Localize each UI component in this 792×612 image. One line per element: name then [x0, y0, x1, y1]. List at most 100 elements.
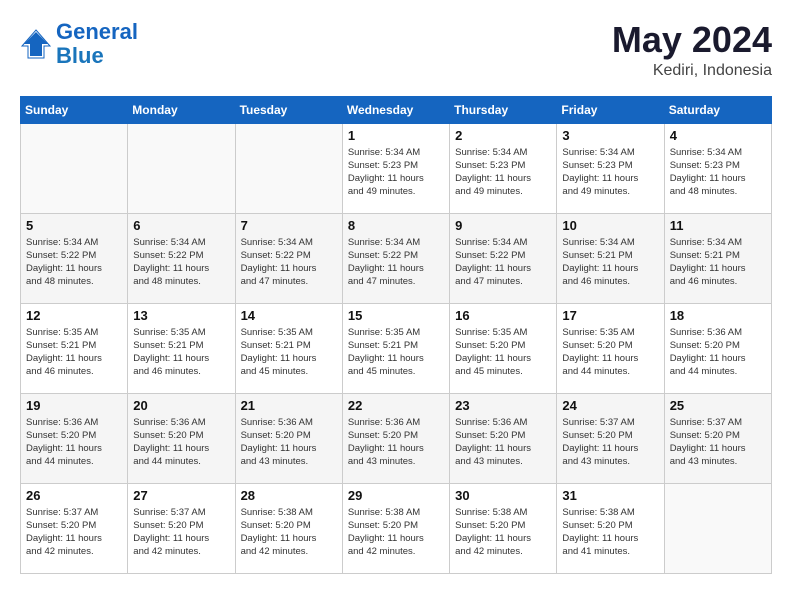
day-info: Sunrise: 5:37 AM Sunset: 5:20 PM Dayligh… [26, 506, 122, 559]
day-info: Sunrise: 5:34 AM Sunset: 5:23 PM Dayligh… [348, 146, 444, 199]
day-number: 6 [133, 218, 229, 233]
day-info: Sunrise: 5:36 AM Sunset: 5:20 PM Dayligh… [670, 326, 766, 379]
calendar-cell: 5 Sunrise: 5:34 AM Sunset: 5:22 PM Daylig… [21, 213, 128, 303]
week-row-5: 26 Sunrise: 5:37 AM Sunset: 5:20 PM Dayli… [21, 483, 772, 573]
calendar-cell: 29 Sunrise: 5:38 AM Sunset: 5:20 PM Dayli… [342, 483, 449, 573]
column-header-friday: Friday [557, 96, 664, 123]
calendar-cell: 31 Sunrise: 5:38 AM Sunset: 5:20 PM Dayli… [557, 483, 664, 573]
column-header-tuesday: Tuesday [235, 96, 342, 123]
calendar-cell [128, 123, 235, 213]
calendar-body: 1 Sunrise: 5:34 AM Sunset: 5:23 PM Daylig… [21, 123, 772, 573]
day-info: Sunrise: 5:38 AM Sunset: 5:20 PM Dayligh… [562, 506, 658, 559]
calendar-table: SundayMondayTuesdayWednesdayThursdayFrid… [20, 96, 772, 574]
calendar-cell: 28Sunrise: 5:38 AM Sunset: 5:20 PM Dayli… [235, 483, 342, 573]
column-header-monday: Monday [128, 96, 235, 123]
day-number: 5 [26, 218, 122, 233]
day-number: 3 [562, 128, 658, 143]
logo-text: GeneralBlue [56, 20, 138, 68]
day-info: Sunrise: 5:37 AM Sunset: 5:20 PM Dayligh… [562, 416, 658, 469]
day-number: 4 [670, 128, 766, 143]
calendar-cell: 15 Sunrise: 5:35 AM Sunset: 5:21 PM Dayli… [342, 303, 449, 393]
day-number: 13 [133, 308, 229, 323]
day-number: 31 [562, 488, 658, 503]
week-row-3: 12 Sunrise: 5:35 AM Sunset: 5:21 PM Dayli… [21, 303, 772, 393]
week-row-4: 19Sunrise: 5:36 AM Sunset: 5:20 PM Dayli… [21, 393, 772, 483]
day-number: 14 [241, 308, 337, 323]
day-number: 21 [241, 398, 337, 413]
day-number: 24 [562, 398, 658, 413]
day-info: Sunrise: 5:34 AM Sunset: 5:22 PM Dayligh… [133, 236, 229, 289]
day-number: 12 [26, 308, 122, 323]
day-info: Sunrise: 5:34 AM Sunset: 5:21 PM Dayligh… [562, 236, 658, 289]
calendar-cell: 25Sunrise: 5:37 AM Sunset: 5:20 PM Dayli… [664, 393, 771, 483]
day-info: Sunrise: 5:34 AM Sunset: 5:22 PM Dayligh… [26, 236, 122, 289]
month-title: May 2024 [612, 20, 772, 60]
day-info: Sunrise: 5:34 AM Sunset: 5:22 PM Dayligh… [348, 236, 444, 289]
day-info: Sunrise: 5:35 AM Sunset: 5:21 PM Dayligh… [133, 326, 229, 379]
calendar-cell: 6 Sunrise: 5:34 AM Sunset: 5:22 PM Daylig… [128, 213, 235, 303]
calendar-cell: 26 Sunrise: 5:37 AM Sunset: 5:20 PM Dayli… [21, 483, 128, 573]
day-number: 23 [455, 398, 551, 413]
calendar-cell: 4 Sunrise: 5:34 AM Sunset: 5:23 PM Daylig… [664, 123, 771, 213]
day-info: Sunrise: 5:36 AM Sunset: 5:20 PM Dayligh… [455, 416, 551, 469]
calendar-cell: 20 Sunrise: 5:36 AM Sunset: 5:20 PM Dayli… [128, 393, 235, 483]
day-number: 30 [455, 488, 551, 503]
day-number: 29 [348, 488, 444, 503]
day-info: Sunrise: 5:35 AM Sunset: 5:20 PM Dayligh… [455, 326, 551, 379]
day-number: 15 [348, 308, 444, 323]
day-number: 10 [562, 218, 658, 233]
calendar-cell: 13 Sunrise: 5:35 AM Sunset: 5:21 PM Dayli… [128, 303, 235, 393]
calendar-cell: 11 Sunrise: 5:34 AM Sunset: 5:21 PM Dayli… [664, 213, 771, 303]
column-header-wednesday: Wednesday [342, 96, 449, 123]
day-info: Sunrise: 5:34 AM Sunset: 5:23 PM Dayligh… [455, 146, 551, 199]
calendar-cell: 22 Sunrise: 5:36 AM Sunset: 5:20 PM Dayli… [342, 393, 449, 483]
column-header-thursday: Thursday [450, 96, 557, 123]
day-info: Sunrise: 5:35 AM Sunset: 5:21 PM Dayligh… [26, 326, 122, 379]
calendar-cell: 2 Sunrise: 5:34 AM Sunset: 5:23 PM Daylig… [450, 123, 557, 213]
day-number: 7 [241, 218, 337, 233]
week-row-1: 1 Sunrise: 5:34 AM Sunset: 5:23 PM Daylig… [21, 123, 772, 213]
day-info: Sunrise: 5:36 AM Sunset: 5:20 PM Dayligh… [241, 416, 337, 469]
day-number: 22 [348, 398, 444, 413]
calendar-cell: 17Sunrise: 5:35 AM Sunset: 5:20 PM Dayli… [557, 303, 664, 393]
calendar-cell: 16 Sunrise: 5:35 AM Sunset: 5:20 PM Dayli… [450, 303, 557, 393]
day-number: 11 [670, 218, 766, 233]
day-info: Sunrise: 5:38 AM Sunset: 5:20 PM Dayligh… [241, 506, 337, 559]
day-number: 20 [133, 398, 229, 413]
calendar-cell: 30Sunrise: 5:38 AM Sunset: 5:20 PM Dayli… [450, 483, 557, 573]
day-number: 26 [26, 488, 122, 503]
day-number: 18 [670, 308, 766, 323]
calendar-cell: 10 Sunrise: 5:34 AM Sunset: 5:21 PM Dayli… [557, 213, 664, 303]
calendar-cell: 7Sunrise: 5:34 AM Sunset: 5:22 PM Daylig… [235, 213, 342, 303]
day-info: Sunrise: 5:34 AM Sunset: 5:23 PM Dayligh… [670, 146, 766, 199]
day-number: 1 [348, 128, 444, 143]
day-number: 16 [455, 308, 551, 323]
day-info: Sunrise: 5:35 AM Sunset: 5:20 PM Dayligh… [562, 326, 658, 379]
week-row-2: 5 Sunrise: 5:34 AM Sunset: 5:22 PM Daylig… [21, 213, 772, 303]
column-header-sunday: Sunday [21, 96, 128, 123]
day-info: Sunrise: 5:34 AM Sunset: 5:23 PM Dayligh… [562, 146, 658, 199]
calendar-cell [21, 123, 128, 213]
day-number: 2 [455, 128, 551, 143]
day-info: Sunrise: 5:38 AM Sunset: 5:20 PM Dayligh… [348, 506, 444, 559]
calendar-header-row: SundayMondayTuesdayWednesdayThursdayFrid… [21, 96, 772, 123]
calendar-cell: 12 Sunrise: 5:35 AM Sunset: 5:21 PM Dayli… [21, 303, 128, 393]
day-info: Sunrise: 5:35 AM Sunset: 5:21 PM Dayligh… [348, 326, 444, 379]
calendar-cell: 9 Sunrise: 5:34 AM Sunset: 5:22 PM Daylig… [450, 213, 557, 303]
calendar-cell: 19Sunrise: 5:36 AM Sunset: 5:20 PM Dayli… [21, 393, 128, 483]
day-info: Sunrise: 5:36 AM Sunset: 5:20 PM Dayligh… [348, 416, 444, 469]
page-header: GeneralBlue May 2024 Kediri, Indonesia [20, 20, 772, 80]
calendar-cell: 1 Sunrise: 5:34 AM Sunset: 5:23 PM Daylig… [342, 123, 449, 213]
day-number: 9 [455, 218, 551, 233]
day-number: 8 [348, 218, 444, 233]
day-info: Sunrise: 5:34 AM Sunset: 5:22 PM Dayligh… [455, 236, 551, 289]
day-info: Sunrise: 5:36 AM Sunset: 5:20 PM Dayligh… [133, 416, 229, 469]
calendar-cell: 21 Sunrise: 5:36 AM Sunset: 5:20 PM Dayli… [235, 393, 342, 483]
calendar-cell [235, 123, 342, 213]
calendar-cell: 27Sunrise: 5:37 AM Sunset: 5:20 PM Dayli… [128, 483, 235, 573]
calendar-cell: 23 Sunrise: 5:36 AM Sunset: 5:20 PM Dayli… [450, 393, 557, 483]
day-info: Sunrise: 5:34 AM Sunset: 5:21 PM Dayligh… [670, 236, 766, 289]
location: Kediri, Indonesia [612, 62, 772, 80]
day-info: Sunrise: 5:35 AM Sunset: 5:21 PM Dayligh… [241, 326, 337, 379]
calendar-cell: 18 Sunrise: 5:36 AM Sunset: 5:20 PM Dayli… [664, 303, 771, 393]
